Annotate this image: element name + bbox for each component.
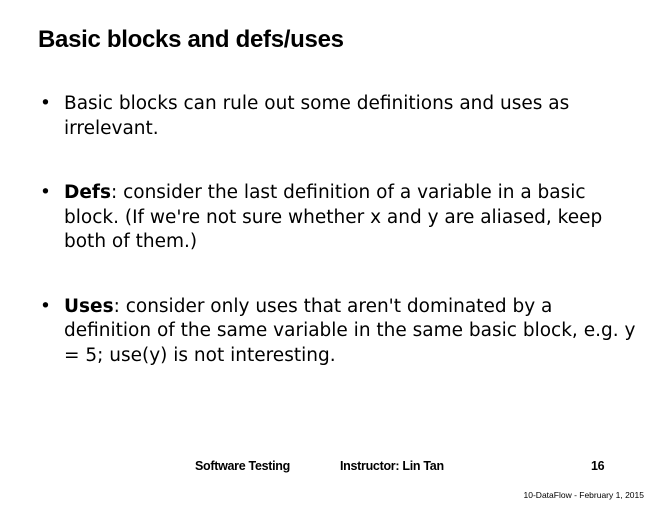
bullet-term: Uses [64, 295, 114, 317]
bullet-item: • Uses: consider only uses that aren't do… [40, 295, 640, 369]
page-number: 16 [591, 459, 605, 473]
bullet-text: Basic blocks can rule out some definitio… [64, 93, 570, 139]
bullet-list: • Basic blocks can rule out some definiti… [40, 92, 640, 408]
bullet-item: • Defs: consider the last definition of a… [40, 181, 640, 255]
footer-instructor: Instructor: Lin Tan [340, 459, 444, 473]
bullet-icon: • [40, 295, 51, 317]
bullet-item: • Basic blocks can rule out some definiti… [40, 92, 640, 141]
footer-course: Software Testing [195, 459, 290, 473]
footer-date: 10-DataFlow - February 1, 2015 [523, 490, 644, 500]
bullet-icon: • [40, 182, 51, 203]
slide-title: Basic blocks and defs/uses [38, 26, 344, 53]
bullet-icon: • [40, 93, 51, 114]
bullet-term: Defs [64, 182, 111, 203]
bullet-text: : consider the last definition of a vari… [64, 182, 603, 252]
bullet-text: : consider only uses that aren't dominat… [64, 295, 636, 366]
